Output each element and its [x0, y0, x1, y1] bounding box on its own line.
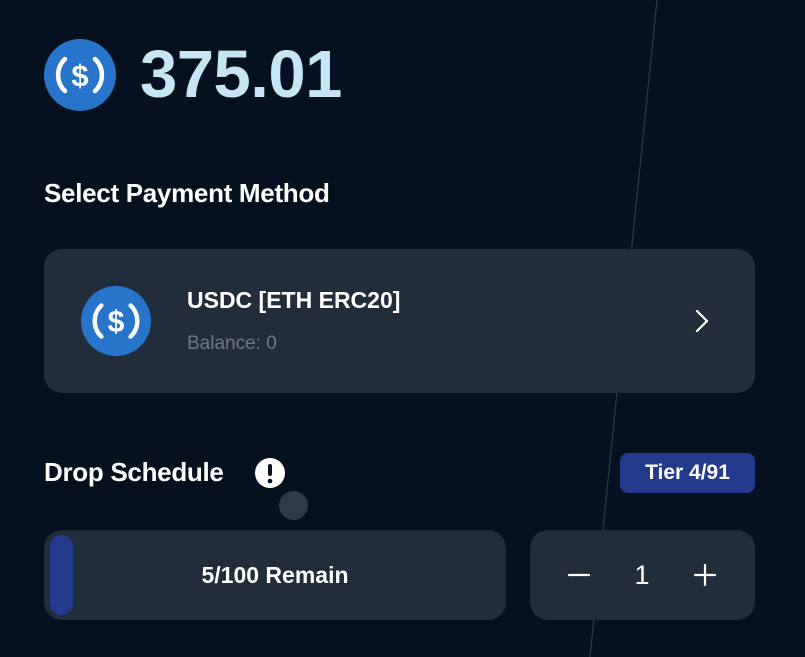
remaining-supply-bar: 5/100 Remain: [44, 530, 506, 620]
token-price: 375.01: [140, 37, 342, 112]
price-header: $ 375.01: [44, 39, 342, 111]
payment-balance: Balance: 0: [187, 333, 277, 354]
svg-text:$: $: [108, 306, 125, 339]
minus-icon[interactable]: [564, 560, 594, 590]
payment-section-title: Select Payment Method: [44, 178, 330, 208]
payment-method-selector[interactable]: $ USDC [ETH ERC20] Balance: 0: [44, 249, 755, 393]
tooltip-handle: [279, 491, 308, 520]
tier-badge: Tier 4/91: [620, 453, 755, 493]
svg-text:$: $: [71, 58, 88, 93]
plus-icon[interactable]: [690, 560, 720, 590]
drop-schedule-title: Drop Schedule: [44, 457, 224, 487]
payment-method-name: USDC [ETH ERC20]: [187, 287, 401, 313]
quantity-value: 1: [634, 560, 650, 590]
chevron-right-icon: [695, 309, 709, 333]
usdc-coin-icon: $: [44, 39, 116, 111]
info-icon[interactable]: [255, 458, 285, 488]
remaining-supply-label: 5/100 Remain: [201, 561, 349, 588]
quantity-stepper: 1: [530, 530, 755, 620]
usdc-coin-icon: $: [81, 286, 151, 356]
